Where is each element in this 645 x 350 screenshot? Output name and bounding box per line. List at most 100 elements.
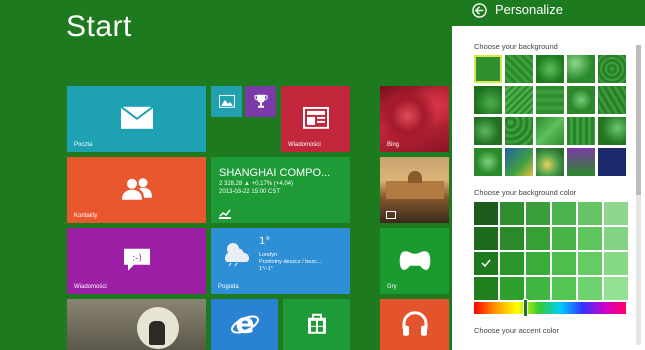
background-color-grid xyxy=(474,202,628,300)
color-swatch[interactable] xyxy=(552,227,576,250)
background-pattern-option[interactable] xyxy=(598,148,626,176)
color-swatch-selected[interactable] xyxy=(474,252,498,275)
store-icon xyxy=(307,313,326,334)
background-pattern-option[interactable] xyxy=(474,117,502,145)
color-swatch[interactable] xyxy=(604,277,628,300)
color-swatch[interactable] xyxy=(500,202,524,225)
weather-range: 1°/-1° xyxy=(259,266,273,272)
color-swatch[interactable] xyxy=(552,252,576,275)
tile-photo-landmark[interactable] xyxy=(380,157,449,223)
tile-music[interactable] xyxy=(380,299,449,350)
tile-label: Gry xyxy=(387,284,397,290)
color-swatch[interactable] xyxy=(500,227,524,250)
color-swatch[interactable] xyxy=(578,227,602,250)
tile-photos[interactable] xyxy=(211,86,242,117)
background-pattern-option[interactable] xyxy=(505,86,533,114)
svg-text::-): :-) xyxy=(132,254,142,264)
background-pattern-grid xyxy=(474,55,626,176)
background-pattern-option[interactable] xyxy=(505,117,533,145)
background-pattern-option[interactable] xyxy=(567,148,595,176)
tile-internet-explorer[interactable]: e xyxy=(211,299,278,350)
tile-mail[interactable]: Poczta xyxy=(67,86,206,152)
back-arrow-icon[interactable] xyxy=(472,3,487,18)
tile-photo[interactable] xyxy=(67,299,206,350)
color-swatch[interactable] xyxy=(604,227,628,250)
background-pattern-option[interactable] xyxy=(474,55,502,83)
tile-messaging[interactable]: :-) Wiadomości xyxy=(67,228,206,294)
tile-people[interactable]: Kontakty xyxy=(67,157,206,223)
gamepad-icon xyxy=(399,251,430,270)
background-pattern-option[interactable] xyxy=(536,55,564,83)
weather-city: Londyn xyxy=(259,252,278,258)
tile-news[interactable]: Wiadomości xyxy=(281,86,350,152)
background-pattern-option[interactable] xyxy=(505,148,533,176)
color-swatch[interactable] xyxy=(578,252,602,275)
panel-scrollbar[interactable] xyxy=(636,45,641,345)
slider-thumb[interactable] xyxy=(523,299,528,317)
color-slider[interactable] xyxy=(474,299,626,317)
color-swatch[interactable] xyxy=(474,227,498,250)
tile-label: Wiadomości xyxy=(288,142,321,148)
color-swatch[interactable] xyxy=(500,277,524,300)
background-pattern-option[interactable] xyxy=(598,86,626,114)
color-swatch[interactable] xyxy=(526,202,550,225)
photos-icon xyxy=(218,94,235,108)
background-pattern-option[interactable] xyxy=(536,86,564,114)
background-pattern-option[interactable] xyxy=(598,117,626,145)
background-pattern-option[interactable] xyxy=(474,148,502,176)
tile-label: Wiadomości xyxy=(74,284,107,290)
background-pattern-option[interactable] xyxy=(598,55,626,83)
headphones-icon xyxy=(402,310,427,336)
accent-color-label: Choose your accent color xyxy=(474,326,560,335)
background-pattern-option[interactable] xyxy=(567,86,595,114)
color-swatch[interactable] xyxy=(474,277,498,300)
photos-icon xyxy=(386,211,396,219)
color-swatch[interactable] xyxy=(578,202,602,225)
newspaper-icon xyxy=(302,106,329,129)
tile-games[interactable]: Gry xyxy=(380,228,449,294)
color-swatch[interactable] xyxy=(604,202,628,225)
landmark-image xyxy=(386,181,444,199)
color-swatch[interactable] xyxy=(552,202,576,225)
tile-label: Kontakty xyxy=(74,213,98,219)
background-pattern-option[interactable] xyxy=(505,55,533,83)
finance-quote: 2 328,28 ▲ +0,17% (+4,04) xyxy=(219,181,293,187)
tile-label: Poczta xyxy=(74,142,93,148)
color-swatch[interactable] xyxy=(552,277,576,300)
owl-silhouette xyxy=(149,321,165,345)
color-swatch[interactable] xyxy=(604,252,628,275)
chat-icon: :-) xyxy=(123,248,150,271)
color-swatch[interactable] xyxy=(578,277,602,300)
start-title: Start xyxy=(66,10,132,43)
panel-header: Personalize xyxy=(452,0,645,26)
tile-weather[interactable]: 1° Londyn Przelotny deszcz / bezc... 1°/… xyxy=(211,228,350,294)
tile-store[interactable] xyxy=(283,299,350,350)
finance-title: SHANGHAI COMPO... xyxy=(219,167,331,179)
background-pattern-option[interactable] xyxy=(536,148,564,176)
background-pattern-option[interactable] xyxy=(567,55,595,83)
background-pattern-option[interactable] xyxy=(536,117,564,145)
color-swatch[interactable] xyxy=(526,227,550,250)
color-swatch[interactable] xyxy=(500,252,524,275)
weather-icon xyxy=(224,243,249,266)
scrollbar-thumb[interactable] xyxy=(636,45,641,195)
svg-text:e: e xyxy=(235,308,254,338)
checkmark-icon xyxy=(481,259,491,268)
background-pattern-option[interactable] xyxy=(474,86,502,114)
bg-color-label: Choose your background color xyxy=(474,188,577,197)
panel-title: Personalize xyxy=(495,2,563,17)
internet-explorer-icon: e xyxy=(230,308,259,338)
color-swatch[interactable] xyxy=(526,252,550,275)
tile-label: Pogoda xyxy=(218,284,239,290)
people-icon xyxy=(121,178,152,200)
personalize-panel: Personalize Choose your background Choos… xyxy=(452,0,645,350)
tile-games-small[interactable] xyxy=(245,86,276,117)
tile-bing[interactable]: Bing xyxy=(380,86,449,152)
color-swatch[interactable] xyxy=(526,277,550,300)
finance-timestamp: 2013-03-22 15:00 CST xyxy=(219,189,281,195)
color-swatch[interactable] xyxy=(474,202,498,225)
trophy-icon xyxy=(254,94,267,108)
chart-icon xyxy=(219,209,231,219)
background-pattern-option[interactable] xyxy=(567,117,595,145)
tile-finance[interactable]: SHANGHAI COMPO... 2 328,28 ▲ +0,17% (+4,… xyxy=(211,157,350,223)
